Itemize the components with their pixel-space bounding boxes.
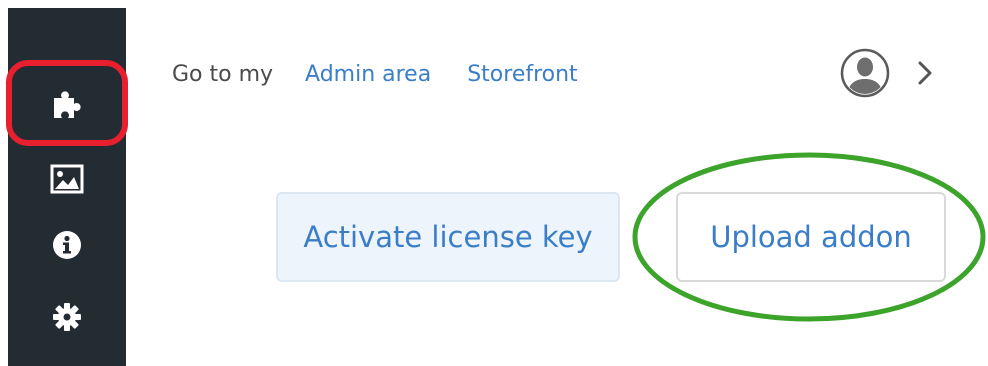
chevron-right-icon[interactable] [914,60,936,86]
gear-icon [53,303,81,331]
upload-addon-button[interactable]: Upload addon [676,192,946,282]
go-to-label: Go to my [172,61,274,87]
puzzle-piece-icon [54,91,81,118]
admin-area-link[interactable]: Admin area [305,62,431,87]
info-icon [53,231,81,259]
sidebar-item-images[interactable] [48,160,86,198]
activate-license-key-button[interactable]: Activate license key [276,192,620,282]
sidebar-item-addons[interactable] [48,86,86,124]
header-nav: Go to my Admin area Storefront [172,56,614,92]
sidebar-item-settings[interactable] [48,298,86,336]
user-avatar-icon[interactable] [840,48,890,98]
image-icon [50,164,84,194]
page: Go to my Admin area Storefront Activate … [0,0,988,366]
storefront-link[interactable]: Storefront [467,62,577,87]
sidebar [8,8,126,366]
sidebar-item-info[interactable] [48,226,86,264]
